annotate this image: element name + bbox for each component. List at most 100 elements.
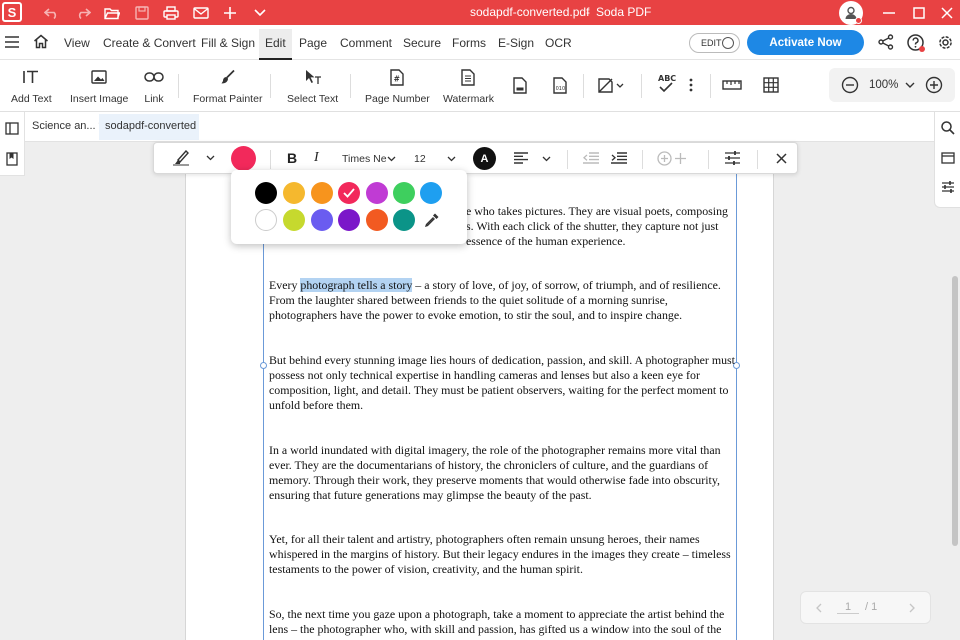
bates-numbering-icon[interactable]: 010 [553,77,567,94]
link-button[interactable]: Link [143,66,165,105]
size-dropdown-chevron-icon[interactable] [447,156,456,162]
italic-icon[interactable]: I [314,150,319,166]
new-tab-plus-icon[interactable] [220,3,240,23]
color-swatch-green[interactable] [393,182,415,204]
font-family-select[interactable]: Times Ne [342,153,387,165]
color-swatch-teal[interactable] [393,209,415,231]
menu-fill-sign[interactable]: Fill & Sign [201,36,255,50]
sidebar-toggle-icon[interactable] [5,122,19,135]
color-swatch-yellow[interactable] [283,182,305,204]
hamburger-menu-icon[interactable] [5,36,19,48]
header-footer-icon[interactable] [513,77,527,94]
email-icon[interactable] [191,3,211,23]
menu-view[interactable]: View [64,36,90,50]
color-swatch-blue[interactable] [420,182,442,204]
activate-now-button[interactable]: Activate Now [747,30,864,55]
open-folder-icon[interactable] [102,3,122,23]
selected-text[interactable]: photograph tells a story [300,278,413,292]
color-swatch-indigo[interactable] [311,209,333,231]
menu-e-sign[interactable]: E-Sign [498,36,534,50]
paragraph-3[interactable]: But behind every stunning image lies hou… [269,353,735,413]
page-number-button[interactable]: # Page Number [365,66,430,105]
user-account-icon[interactable] [839,1,863,25]
highlight-dropdown-chevron-icon[interactable] [206,155,215,161]
bold-icon[interactable]: B [287,150,297,166]
paragraph-6[interactable]: So, the next time you gaze upon a photog… [269,607,735,640]
color-swatch-orange-red[interactable] [366,209,388,231]
zoom-dropdown-chevron-icon[interactable] [905,82,915,88]
text-color-button[interactable] [231,146,256,171]
paragraph-2[interactable]: Every photograph tells a story – a story… [269,278,735,323]
previous-page-icon[interactable] [815,603,822,613]
share-icon[interactable] [878,34,894,50]
zoom-level[interactable]: 100% [869,79,898,91]
menu-create-convert[interactable]: Create & Convert [103,36,196,50]
menu-edit[interactable]: Edit [259,29,292,60]
color-swatch-magenta[interactable] [366,182,388,204]
color-swatch-purple[interactable] [338,209,360,231]
search-icon[interactable] [941,121,955,135]
print-icon[interactable] [161,3,181,23]
settings-gear-icon[interactable] [937,34,954,51]
align-left-icon[interactable] [514,152,528,164]
font-size-select[interactable]: 12 [414,153,426,165]
eyedropper-icon[interactable] [424,212,440,228]
grid-icon[interactable] [763,77,779,93]
current-page-input[interactable]: 1 [837,601,859,614]
menu-ocr[interactable]: OCR [545,36,572,50]
more-options-icon[interactable] [688,78,694,92]
color-swatch-white[interactable] [255,209,277,231]
add-text-button[interactable]: Add Text [11,66,52,105]
paragraph-4[interactable]: In a world inundated with digital imager… [269,443,735,503]
zoom-in-icon[interactable] [925,76,943,94]
format-settings-sliders-icon[interactable] [725,151,740,165]
resize-handle-left[interactable] [260,362,267,369]
zoom-out-icon[interactable] [841,76,859,94]
menu-forms[interactable]: Forms [452,36,486,50]
watermark-button[interactable]: Watermark [443,66,494,105]
undo-icon[interactable] [42,3,62,23]
chevron-down-icon[interactable] [250,3,270,23]
text-style-button[interactable]: A [473,147,496,170]
menu-comment[interactable]: Comment [340,36,392,50]
paragraph-5[interactable]: Yet, for all their talent and artistry, … [269,532,735,577]
minimize-icon[interactable] [879,3,899,23]
tab-science[interactable]: Science an... * [32,120,103,132]
help-icon[interactable] [907,34,925,52]
close-window-icon[interactable] [937,3,957,23]
next-page-icon[interactable] [909,603,916,613]
save-icon[interactable] [132,3,152,23]
home-icon[interactable] [33,34,49,49]
properties-sliders-icon[interactable] [941,180,955,194]
paragraph-1-visible[interactable]: e who takes pictures. They are visual po… [466,204,736,249]
spell-check-icon[interactable]: ABC [657,73,677,95]
insert-image-button[interactable]: Insert Image [70,66,128,105]
close-toolbar-icon[interactable] [776,153,787,164]
highlighter-pen-icon[interactable] [172,150,190,166]
vertical-scrollbar[interactable] [952,276,958,546]
redo-icon[interactable] [73,3,93,23]
align-dropdown-chevron-icon[interactable] [542,156,551,162]
add-circle-icon[interactable] [657,151,687,166]
select-text-button[interactable]: Select Text [287,66,338,105]
maximize-icon[interactable] [909,3,929,23]
toolbar-divider [567,150,568,169]
bookmark-page-icon[interactable] [6,152,18,166]
menu-secure[interactable]: Secure [403,36,441,50]
menu-page[interactable]: Page [299,36,327,50]
ruler-icon[interactable] [722,80,742,90]
redact-icon[interactable] [598,77,624,93]
tab-sodapdf-converted[interactable]: sodapdf-converted [99,114,199,140]
color-swatch-orange[interactable] [311,182,333,204]
font-dropdown-chevron-icon[interactable] [387,156,396,162]
increase-indent-icon[interactable] [611,152,627,164]
edit-mode-toggle[interactable]: EDIT [689,33,740,53]
format-painter-button[interactable]: Format Painter [193,66,262,105]
color-swatch-lime[interactable] [283,209,305,231]
paragraph-2-start: Every [269,278,301,292]
decrease-indent-icon[interactable] [583,152,599,164]
color-swatch-black[interactable] [255,182,277,204]
panel-view-icon[interactable] [941,152,955,164]
soda-pdf-logo[interactable]: S [2,2,22,22]
color-swatch-red-selected[interactable] [338,182,360,204]
